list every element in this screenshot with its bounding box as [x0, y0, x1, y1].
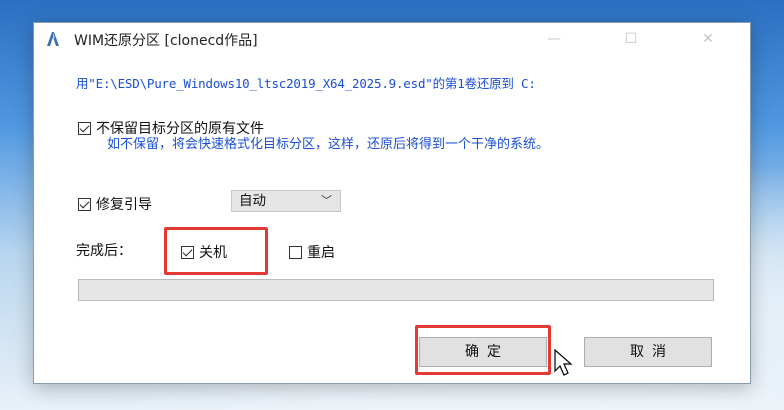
checkbox-checked-icon[interactable]: [78, 197, 91, 211]
progress-bar: [78, 279, 714, 301]
checkbox-checked-icon[interactable]: [181, 245, 194, 259]
repair-boot-label[interactable]: 修复引导: [96, 194, 152, 214]
restart-label[interactable]: 重启: [307, 242, 335, 262]
restore-path-message: 用"E:\ESD\Pure_Windows10_ltsc2019_X64_202…: [76, 76, 536, 91]
repair-boot-mode-value: 自动: [239, 193, 266, 209]
minimize-button[interactable]: —: [532, 25, 576, 53]
restart-option[interactable]: 重启: [289, 242, 335, 262]
shutdown-option[interactable]: 关机: [181, 242, 227, 262]
repair-boot-mode-select[interactable]: 自动 ﹀: [231, 190, 341, 212]
ok-button[interactable]: 确定: [419, 337, 547, 367]
checkbox-unchecked-icon[interactable]: [289, 245, 302, 259]
no-keep-files-label[interactable]: 不保留目标分区的原有文件: [96, 118, 264, 138]
format-hint-text: 如不保留，将会快速格式化目标分区，这样，还原后将得到一个干净的系统。: [107, 137, 550, 152]
no-keep-files-option[interactable]: 不保留目标分区的原有文件: [78, 118, 264, 138]
after-done-label: 完成后：: [76, 243, 132, 259]
title-bar[interactable]: WIM还原分区 [clonecd作品] — ☐ ✕: [34, 23, 750, 55]
checkbox-checked-icon[interactable]: [78, 121, 91, 135]
close-button[interactable]: ✕: [686, 25, 730, 53]
repair-boot-option[interactable]: 修复引导: [78, 194, 152, 214]
wim-restore-dialog: WIM还原分区 [clonecd作品] — ☐ ✕ 用"E:\ESD\Pure_…: [33, 22, 751, 384]
maximize-button[interactable]: ☐: [609, 25, 653, 53]
mouse-cursor-icon: [554, 349, 573, 376]
dialog-body: [34, 55, 750, 383]
app-icon: [47, 32, 59, 46]
chevron-down-icon: ﹀: [321, 194, 332, 207]
window-title: WIM还原分区 [clonecd作品]: [74, 33, 258, 49]
shutdown-label[interactable]: 关机: [199, 242, 227, 262]
cancel-button[interactable]: 取消: [584, 337, 712, 367]
